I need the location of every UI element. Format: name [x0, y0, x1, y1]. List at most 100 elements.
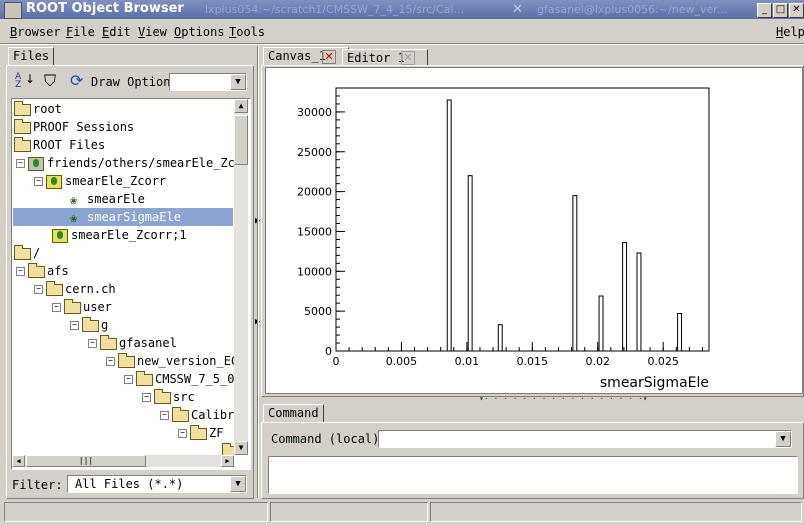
vertical-scroll-thumb[interactable] [234, 115, 248, 165]
tree-item-root-files[interactable]: ROOT Files [14, 136, 105, 154]
folder-icon [190, 424, 207, 440]
tree-item-root[interactable]: root [14, 100, 62, 118]
x-tick-label: 0.01 [455, 355, 480, 368]
folder-icon [118, 352, 135, 368]
tree-item-label: CMSSW_7_5_0_ [155, 372, 234, 386]
collapse-icon[interactable]: − [106, 357, 115, 366]
filter-value: All Files (*.*) [75, 477, 184, 491]
folder-icon [82, 316, 99, 332]
collapse-icon[interactable]: − [70, 321, 79, 330]
tree-item-afs[interactable]: − afs [16, 262, 69, 280]
horizontal-splitter-handle[interactable]: ▾· · · · · · · · · · · · · · · · ·▾ [479, 394, 648, 403]
filter-dropdown-icon[interactable]: ▼ [230, 476, 246, 492]
histogram-bar [622, 242, 628, 352]
collapse-icon[interactable]: − [160, 411, 169, 420]
tree-item-smearele-zcorr[interactable]: − smearEle_Zcorr [34, 172, 166, 190]
y-tick-label: 0 [325, 345, 332, 358]
tree-item-partial[interactable] [222, 442, 234, 455]
menu-tools[interactable]: Tools [229, 25, 265, 39]
x-axis-label: smearSigmaEle [600, 375, 709, 391]
scroll-right-icon[interactable]: ▶ [221, 455, 234, 467]
tree-item-src[interactable]: − src [142, 388, 195, 406]
histogram-bars [446, 99, 683, 352]
vertical-splitter[interactable] [257, 46, 259, 498]
maximize-button[interactable]: □ [773, 3, 788, 18]
close-button[interactable]: ✕ [789, 3, 804, 18]
tree-item-zf[interactable]: − ZF [178, 424, 223, 442]
tree-icon [46, 174, 62, 189]
title-bar: ROOT Object Browser lxplus054:~/scratch1… [0, 0, 804, 19]
tree-item-label: PROOF Sessions [33, 120, 135, 134]
tree-item-label: g [101, 318, 109, 332]
menu-file[interactable]: File [66, 25, 95, 39]
tree-item-user[interactable]: − user [52, 298, 112, 316]
menu-browser[interactable]: Browser [10, 25, 61, 39]
filter-select[interactable]: All Files (*.*) ▼ [67, 475, 247, 493]
file-tree: root PROOF Sessions ROOT Files − friends/… [12, 99, 234, 455]
draw-option-select[interactable]: ▼ [169, 73, 247, 91]
tree-horizontal-scrollbar[interactable]: ◀ ||| ▶ [12, 455, 234, 467]
collapse-icon[interactable]: − [142, 393, 151, 402]
tree-item-calibr[interactable]: − Calibr [160, 406, 234, 424]
horizontal-scroll-thumb[interactable]: ||| [26, 455, 146, 467]
command-input[interactable]: ▼ [378, 430, 792, 448]
scroll-up-icon[interactable]: ▲ [234, 99, 248, 113]
command-dropdown-icon[interactable]: ▼ [775, 431, 791, 447]
menu-edit-label: dit [109, 25, 131, 39]
menu-separator [0, 43, 804, 45]
refresh-icon[interactable]: ⟳ [70, 72, 88, 90]
menu-edit[interactable]: Edit [102, 25, 131, 39]
tree-item-label: ZF [209, 426, 224, 440]
background-window-title-2: gfasanel@lxplus0056:~/new_ver... [537, 3, 728, 16]
command-label: Command (local): [271, 432, 387, 446]
tree-vertical-scrollbar[interactable]: ▲ ▼ [234, 99, 248, 455]
window-title: ROOT Object Browser [26, 1, 184, 16]
tree-item-label: cern.ch [65, 282, 116, 296]
tree-item-gfasanel[interactable]: − gfasanel [88, 334, 177, 352]
collapse-icon[interactable]: − [16, 267, 25, 276]
tab-editor[interactable]: Editor 1 ✕ [342, 49, 428, 66]
collapse-icon[interactable]: − [34, 285, 43, 294]
close-tab-icon[interactable]: ✕ [322, 50, 336, 64]
tree-item-new-version[interactable]: − new_version_ECA [106, 352, 234, 370]
menu-view[interactable]: View [138, 25, 167, 39]
background-window-title: lxplus054:~/scratch1/CMSSW_7_4_15/src/Ca… [205, 3, 464, 16]
draw-option-label: Draw Option: [91, 75, 178, 89]
filter-icon[interactable]: ⛉ [44, 72, 60, 90]
draw-option-dropdown-icon[interactable]: ▼ [230, 74, 246, 90]
sort-icon[interactable]: A Z ↓ [15, 73, 35, 91]
collapse-icon[interactable]: − [178, 429, 187, 438]
scroll-down-icon[interactable]: ▼ [234, 441, 248, 455]
collapse-icon[interactable]: − [124, 375, 133, 384]
tree-item-friends-file[interactable]: − friends/others/smearEle_Zcorr_s [16, 154, 234, 172]
collapse-icon[interactable]: − [52, 303, 61, 312]
menu-options[interactable]: Options [174, 25, 225, 39]
minimize-button[interactable]: _ [757, 3, 772, 18]
tab-canvas[interactable]: Canvas_1 ✕ [263, 47, 349, 66]
tree-item-smearsigmaele[interactable]: ❀ smearSigmaEle [13, 208, 233, 226]
folder-icon [14, 244, 31, 260]
canvas-area[interactable]: 0 0.005 0.01 0.015 0.02 0.025 0 5000 10000 15000 2… [265, 67, 803, 394]
tree-item-smearele[interactable]: ❀ smearEle [70, 190, 145, 208]
status-field-2 [270, 502, 428, 522]
tree-item-cern-ch[interactable]: − cern.ch [34, 280, 116, 298]
y-tick-label: 30000 [297, 106, 332, 119]
menu-help-label: elp [783, 25, 804, 39]
background-close-icon[interactable]: ✕ [512, 2, 523, 17]
y-tick-label: 15000 [297, 225, 332, 238]
tree-item-slash[interactable]: / [14, 244, 40, 262]
tree-item-cmssw[interactable]: − CMSSW_7_5_0_ [124, 370, 234, 388]
tab-command[interactable]: Command [263, 404, 324, 423]
histogram-chart: 0 0.005 0.01 0.015 0.02 0.025 0 5000 10000 15000 2… [297, 87, 710, 391]
tree-item-g[interactable]: − g [70, 316, 108, 334]
collapse-icon[interactable]: − [88, 339, 97, 348]
close-tab-icon[interactable]: ✕ [401, 51, 415, 65]
tree-item-proof-sessions[interactable]: PROOF Sessions [14, 118, 134, 136]
scroll-left-icon[interactable]: ◀ [12, 455, 25, 467]
histogram-bar [598, 295, 604, 352]
tab-files[interactable]: Files [8, 47, 55, 66]
collapse-icon[interactable]: − [16, 159, 25, 168]
tree-item-smearele-zcorr-key[interactable]: smearEle_Zcorr;1 [52, 226, 187, 244]
menu-help[interactable]: Help [776, 25, 804, 39]
collapse-icon[interactable]: − [34, 177, 43, 186]
